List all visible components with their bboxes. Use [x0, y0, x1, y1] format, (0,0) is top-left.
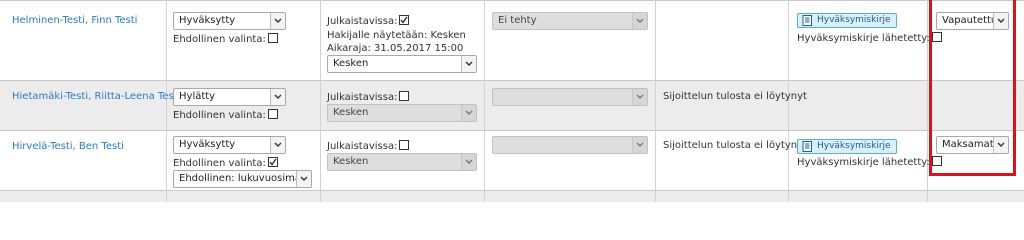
conditional-selection-label: Ehdollinen valinta:: [173, 34, 266, 45]
chevron-down-icon: [296, 171, 311, 187]
acceptance-state-value: Kesken: [333, 156, 369, 167]
status-select-value: Hyväksytty: [179, 15, 236, 26]
chevron-down-icon: [632, 13, 647, 29]
publishable-checkbox[interactable]: [399, 91, 410, 101]
applicant-name-link[interactable]: Hirvelä-Testi, Ben Testi: [12, 141, 124, 153]
letter-sent-label: Hyväksymiskirje lähetetty:: [797, 33, 930, 44]
checkmark-icon: [400, 16, 408, 24]
table-row: [0, 190, 1024, 202]
document-icon: [802, 141, 813, 157]
placement-result-text: Sijoittelun tulosta ei löytynyt: [663, 91, 807, 102]
publishable: Julkaistavissa:: [327, 91, 410, 104]
condition-reason-value: Ehdollinen: lukuvuosimaksu: [179, 173, 312, 184]
publishable: Julkaistavissa:: [327, 15, 410, 28]
conditional-selection: Ehdollinen valinta:: [173, 109, 278, 122]
chevron-down-icon: [270, 13, 285, 29]
letter-sent: Hyväksymiskirje lähetetty:: [797, 32, 942, 45]
chevron-down-icon: [632, 89, 647, 105]
conditional-selection-label: Ehdollinen valinta:: [173, 110, 266, 121]
conditional-selection-checkbox[interactable]: [267, 157, 278, 167]
acceptance-state-select: Kesken: [327, 153, 477, 171]
letter-sent-label: Hyväksymiskirje lähetetty:: [797, 157, 930, 168]
status-select-value: Hylätty: [179, 91, 216, 102]
chevron-down-icon: [270, 137, 285, 153]
applicant-name-link[interactable]: Helminen-Testi, Finn Testi: [12, 15, 137, 27]
conditional-selection: Ehdollinen valinta:: [173, 33, 278, 46]
conditional-selection-label: Ehdollinen valinta:: [173, 158, 266, 169]
applicant-name-link[interactable]: Hietamäki-Testi, Riitta-Leena Testi: [12, 91, 180, 103]
chevron-down-icon: [270, 89, 285, 105]
shown-to-applicant-text: Hakijalle näytetään: Kesken: [327, 30, 466, 41]
publishable-checkbox[interactable]: [399, 15, 410, 25]
placement-result-text: Sijoittelun tulosta ei löytynyt: [663, 140, 807, 151]
publishable-label: Julkaistavissa:: [327, 141, 398, 152]
acceptance-letter-button[interactable]: Hyväksymiskirje: [797, 13, 897, 28]
chevron-down-icon: [632, 137, 647, 153]
status-select[interactable]: Hyväksytty: [173, 136, 286, 154]
acceptance-state-select[interactable]: Kesken: [327, 55, 477, 73]
publishable: Julkaistavissa:: [327, 140, 410, 153]
acceptance-letter-button-label: Hyväksymiskirje: [817, 15, 891, 25]
chevron-down-icon: [461, 154, 476, 170]
result-select-value: Ei tehty: [498, 15, 537, 26]
conditional-selection: Ehdollinen valinta:: [173, 157, 278, 170]
status-select-value: Hyväksytty: [179, 139, 236, 150]
chevron-down-icon: [461, 56, 476, 72]
deadline-text: Aikaraja: 31.05.2017 15:00: [327, 43, 464, 54]
result-select: [492, 136, 648, 154]
publishable-label: Julkaistavissa:: [327, 92, 398, 103]
publishable-checkbox[interactable]: [399, 140, 410, 150]
result-select: [492, 88, 648, 106]
acceptance-letter-button-label: Hyväksymiskirje: [817, 141, 891, 151]
checkmark-icon: [269, 158, 277, 166]
payment-column-highlight: [929, 0, 1016, 176]
chevron-down-icon: [461, 105, 476, 121]
condition-reason-select[interactable]: Ehdollinen: lukuvuosimaksu: [173, 170, 312, 188]
conditional-selection-checkbox[interactable]: [267, 33, 278, 43]
acceptance-state-value: Kesken: [333, 107, 369, 118]
acceptance-state-value: Kesken: [333, 58, 369, 69]
acceptance-letter-button[interactable]: Hyväksymiskirje: [797, 139, 897, 154]
letter-sent: Hyväksymiskirje lähetetty:: [797, 156, 942, 169]
status-select[interactable]: Hyväksytty: [173, 12, 286, 30]
publishable-label: Julkaistavissa:: [327, 16, 398, 27]
acceptance-state-select: Kesken: [327, 104, 477, 122]
conditional-selection-checkbox[interactable]: [267, 109, 278, 119]
result-select: Ei tehty: [492, 12, 648, 30]
status-select[interactable]: Hylätty: [173, 88, 286, 106]
document-icon: [802, 15, 813, 31]
